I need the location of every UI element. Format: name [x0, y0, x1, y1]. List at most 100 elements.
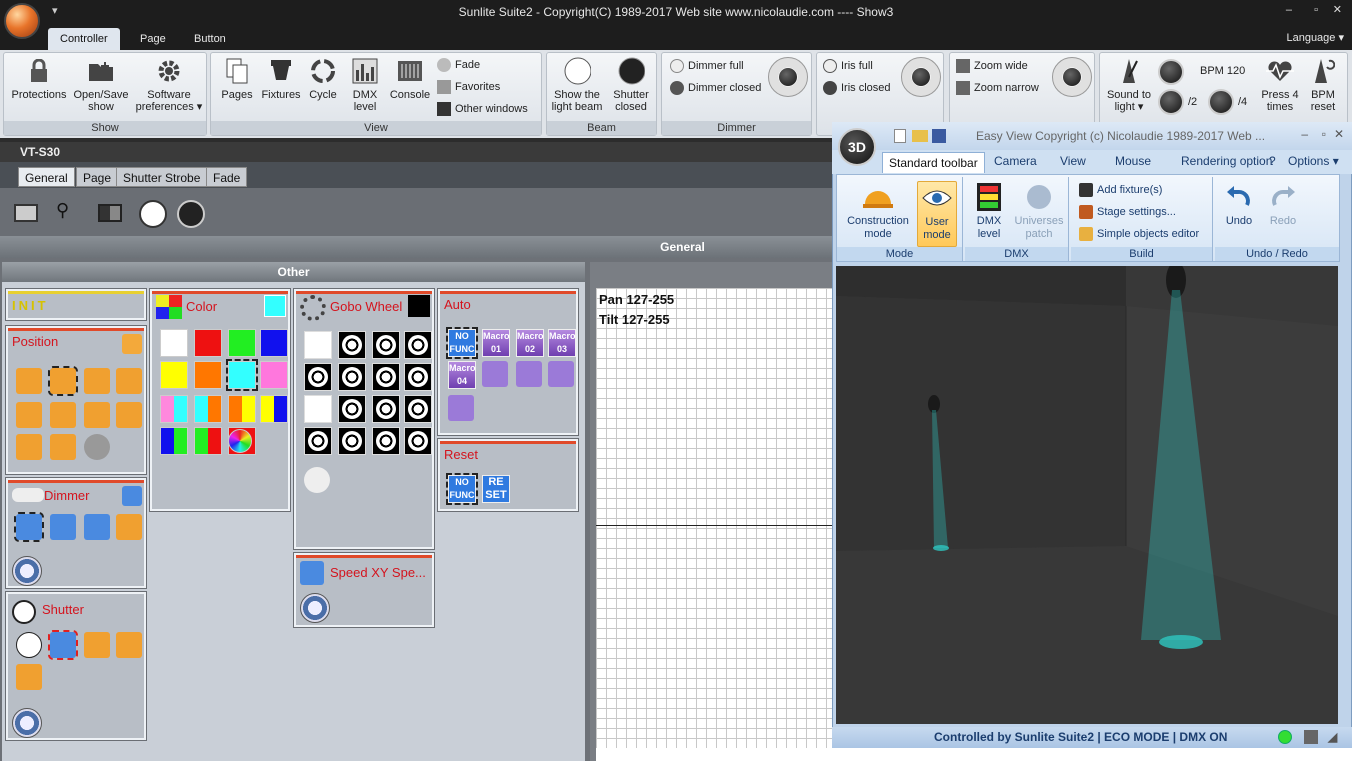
sound-macro-3-icon[interactable] — [548, 361, 574, 387]
horizontal-move-icon[interactable] — [84, 402, 110, 428]
construction-mode-button[interactable]: Construction mode — [841, 181, 915, 241]
ev-maximize-icon[interactable]: ▫ — [1322, 127, 1326, 141]
stage-settings-button[interactable]: Stage settings... — [1079, 205, 1176, 219]
tab-camera[interactable]: Camera — [994, 154, 1037, 168]
layout-icon[interactable] — [98, 204, 122, 222]
zoom-knob[interactable] — [1052, 57, 1092, 97]
gobo-button[interactable] — [304, 363, 332, 391]
bpm-half-dot-icon[interactable] — [1158, 89, 1184, 115]
split-color-swatch[interactable] — [194, 427, 222, 455]
language-menu[interactable]: Language ▾ — [1286, 31, 1344, 44]
gobo-button[interactable] — [372, 331, 400, 359]
gobo-button[interactable] — [404, 363, 432, 391]
add-fixture-button[interactable]: Add fixture(s) — [1079, 183, 1162, 197]
gobo-button[interactable] — [404, 427, 432, 455]
macro-01-button[interactable]: Macro 01 — [482, 329, 510, 357]
color-swatch[interactable] — [194, 361, 222, 389]
gobo-button[interactable] — [404, 395, 432, 423]
wave-move-icon[interactable] — [116, 368, 142, 394]
ev-minimize-icon[interactable]: – — [1301, 127, 1308, 141]
dimmer-speed-knob[interactable] — [12, 556, 42, 586]
init-box[interactable]: INIT — [5, 288, 147, 321]
3d-viewport[interactable] — [836, 262, 1338, 724]
dmx-level-button[interactable]: DMX level — [345, 57, 385, 113]
tab-button[interactable]: Button — [182, 28, 238, 50]
split-color-swatch[interactable] — [194, 395, 222, 423]
dimmer-ramp-icon[interactable] — [116, 514, 142, 540]
fade-button[interactable]: Fade — [437, 58, 480, 72]
save-icon[interactable] — [932, 129, 946, 143]
quick-access-arrow-icon[interactable]: ▾ — [52, 4, 58, 17]
console-button[interactable]: Console — [387, 57, 433, 101]
strobe-ramp-down-icon[interactable] — [116, 632, 142, 658]
tab-fixture-page[interactable]: Page — [76, 167, 119, 187]
tab-page[interactable]: Page — [128, 28, 178, 50]
tab-standard-toolbar[interactable]: Standard toolbar — [882, 152, 985, 173]
gobo-button[interactable] — [338, 395, 366, 423]
bpm-quarter-dot-icon[interactable] — [1208, 89, 1234, 115]
minimize-icon[interactable]: – — [1286, 4, 1292, 16]
pages-button[interactable]: Pages — [215, 57, 259, 101]
color-swatch[interactable] — [228, 329, 256, 357]
universes-patch-button[interactable]: Universes patch — [1013, 181, 1065, 241]
strobe-icon[interactable] — [48, 630, 78, 660]
loop-move-icon[interactable] — [84, 368, 110, 394]
gobo-button[interactable] — [304, 395, 332, 423]
dmx-settings-icon[interactable] — [1304, 730, 1318, 744]
app-orb-icon[interactable] — [4, 3, 40, 39]
auto-nofunc-button[interactable]: NO FUNC — [446, 327, 478, 359]
maximize-icon[interactable]: ▫ — [1314, 4, 1318, 16]
color-swatch[interactable] — [160, 361, 188, 389]
bpm-beat-dot-icon[interactable] — [1158, 59, 1184, 85]
redo-button[interactable]: Redo — [1263, 181, 1303, 228]
gobo-shake-icon[interactable] — [304, 467, 330, 493]
protections-button[interactable]: Protections — [8, 57, 70, 101]
gobo-button[interactable] — [338, 363, 366, 391]
reset-nofunc-button[interactable]: NO FUNC — [446, 473, 478, 505]
dimmer-full-icon[interactable] — [14, 512, 44, 542]
dimmer-2-icon[interactable] — [84, 514, 110, 540]
other-windows-button[interactable]: Other windows — [437, 102, 528, 116]
user-mode-button[interactable]: User mode — [917, 181, 957, 247]
color-swatch[interactable] — [194, 329, 222, 357]
tab-mouse[interactable]: Mouse — [1115, 154, 1151, 168]
split-color-swatch[interactable] — [160, 395, 188, 423]
close-icon[interactable]: ✕ — [1333, 3, 1342, 16]
sound-macro-1-icon[interactable] — [482, 361, 508, 387]
center-move-icon[interactable] — [48, 366, 78, 396]
dimmer-1-icon[interactable] — [50, 514, 76, 540]
tab-general[interactable]: General — [18, 167, 75, 187]
simple-objects-editor-button[interactable]: Simple objects editor — [1079, 227, 1199, 241]
sound-macro-2-icon[interactable] — [516, 361, 542, 387]
iris-knob[interactable] — [901, 57, 941, 97]
new-file-icon[interactable] — [894, 129, 906, 143]
dimmer-closed-button[interactable]: Dimmer closed — [670, 81, 761, 95]
shutter-speed-knob[interactable] — [12, 708, 42, 738]
gobo-button[interactable] — [338, 427, 366, 455]
eight-move-icon[interactable] — [50, 402, 76, 428]
double-vertical-move-icon[interactable] — [50, 434, 76, 460]
macro-03-button[interactable]: Macro 03 — [548, 329, 576, 357]
sound-to-light-button[interactable]: Sound to light ▾ — [1102, 57, 1156, 113]
vertical-move-icon[interactable] — [16, 434, 42, 460]
color-swatch[interactable] — [160, 329, 188, 357]
shutter-open-icon[interactable] — [16, 632, 42, 658]
split-color-swatch[interactable] — [160, 427, 188, 455]
ev-dmx-level-button[interactable]: DMX level — [969, 181, 1009, 241]
undo-button[interactable]: Undo — [1219, 181, 1259, 228]
screen-icon[interactable] — [14, 204, 38, 222]
iris-full-button[interactable]: Iris full — [823, 59, 873, 73]
gobo-button[interactable] — [404, 331, 432, 359]
gobo-button[interactable] — [372, 363, 400, 391]
open-folder-icon[interactable] — [912, 130, 928, 142]
macro-04-button[interactable]: Macro 04 — [448, 361, 476, 389]
show-light-beam-button[interactable]: Show the light beam — [549, 57, 605, 113]
color-swatch[interactable] — [260, 361, 288, 389]
bpm-reset-button[interactable]: BPM reset — [1302, 57, 1344, 113]
gobo-button[interactable] — [372, 395, 400, 423]
fixtures-button[interactable]: Fixtures — [259, 57, 303, 101]
macro-02-button[interactable]: Macro 02 — [516, 329, 544, 357]
shutter-closed-icon[interactable] — [177, 200, 205, 228]
color-swatch[interactable] — [260, 329, 288, 357]
zoom-wide-button[interactable]: Zoom wide — [956, 59, 1028, 73]
